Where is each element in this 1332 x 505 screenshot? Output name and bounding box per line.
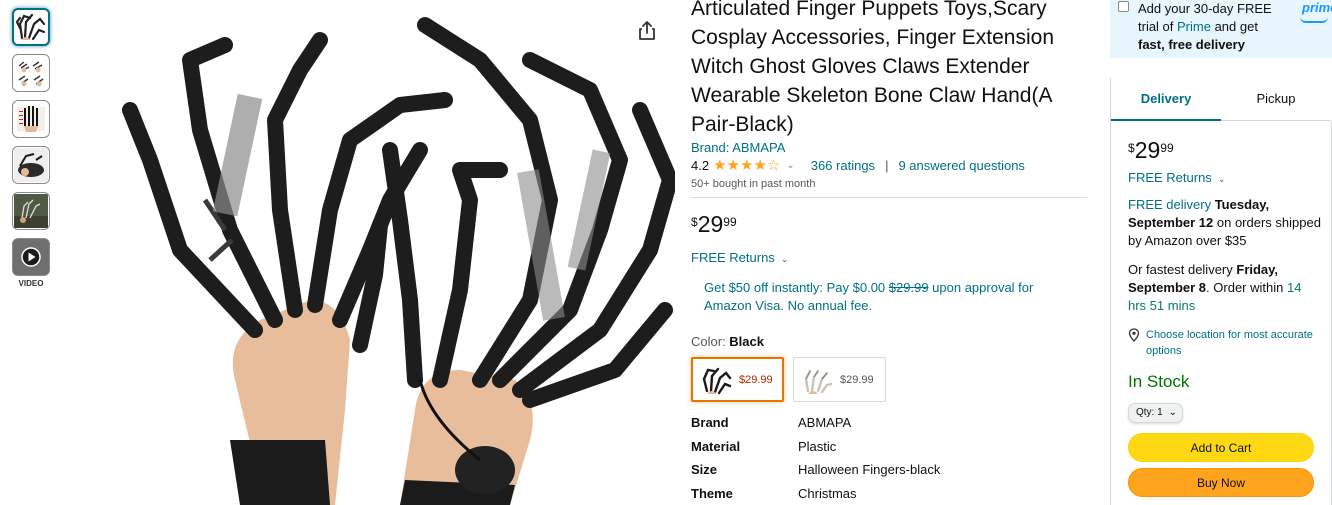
choose-location-label: Choose location for most accurate option… [1146,329,1313,357]
promo-struck-price: $29.99 [888,280,929,295]
spec-key: Brand [691,415,729,431]
thumbnail-5[interactable] [12,192,50,230]
free-returns-label: FREE Returns [691,250,775,265]
brand-link[interactable]: Brand: ABMAPA [691,140,785,155]
color-swatch-black[interactable]: $29.99 [691,357,784,402]
star-icon: ★ [753,157,767,174]
spec-key: Theme [691,485,733,501]
buybox-free-returns-link[interactable]: FREE Returns ⌄ [1128,170,1225,185]
delivery-tabs: Delivery Pickup [1110,78,1332,121]
price-symbol: $ [691,215,698,229]
chevron-down-icon: ⌄ [780,254,789,264]
chevron-down-icon: ⌄ [1217,174,1226,184]
product-page: VIDEO Articulated Finger Puppets Toys,Sc… [0,0,1332,505]
spec-key: Size [691,462,718,478]
prime-logo: prime [1302,0,1332,15]
price-fraction: 99 [1160,141,1174,155]
free-returns-label: FREE Returns [1128,170,1212,185]
stock-status: In Stock [1128,372,1190,391]
swatch-black-image [702,367,732,394]
star-outline-icon: ☆ [766,157,781,174]
buy-box-body: $ 29 99 FREE Returns ⌄ FREE delivery Tues… [1110,121,1332,505]
spec-row: Size Halloween Fingers-black [691,458,940,482]
color-label: Color: Black [691,334,764,349]
thumbnail-2[interactable] [12,54,50,92]
bought-past-month: 50+ bought in past month [691,178,816,190]
color-swatch-white[interactable]: $29.99 [793,357,886,402]
free-delivery-link[interactable]: FREE delivery [1128,197,1211,212]
prime-link[interactable]: Prime [1177,19,1211,34]
prime-trial-banner: Add your 30-day FREE trial of Prime and … [1110,0,1332,58]
video-label: VIDEO [18,279,44,288]
play-icon [21,247,41,267]
spec-table: Brand ABMAPA Material Plastic Size Hallowee… [691,411,940,505]
choose-location-link[interactable]: Choose location for most accurate option… [1128,327,1323,359]
thumbnail-1[interactable] [12,8,50,46]
ratings-count-link[interactable]: 366 ratings [811,158,875,173]
thumbnail-strip: VIDEO [12,8,54,288]
spec-key: Material [691,438,741,454]
main-product-image[interactable] [60,0,675,505]
thumbnail-3[interactable] [12,100,50,138]
price-whole: 29 [1134,137,1161,163]
fastest-mid: . Order within [1206,280,1287,295]
spec-value: Christmas [798,485,857,501]
buy-now-button[interactable]: Buy Now [1128,468,1314,497]
prime-smile-icon [1300,17,1328,23]
thumbnail-4[interactable] [12,146,50,184]
answered-questions-link[interactable]: 9 answered questions [898,158,1024,173]
buybox-price: $ 29 99 [1128,138,1174,162]
tab-delivery[interactable]: Delivery [1111,78,1221,121]
buy-box: Add your 30-day FREE trial of Prime and … [1110,0,1332,505]
chevron-down-icon[interactable]: ⌄ [786,160,794,171]
spec-value: Plastic [798,438,837,454]
prime-text-bold: fast, free delivery [1138,37,1245,52]
fastest-prefix: Or fastest delivery [1128,262,1237,277]
spec-row: Theme Christmas [691,482,940,505]
share-icon[interactable] [636,20,658,42]
price-symbol: $ [1128,141,1135,155]
rating-row: 4.2 ★★★★☆ ⌄ 366 ratings | 9 answered que… [691,158,1025,173]
location-pin-icon [1128,328,1140,342]
delivery-message: FREE delivery Tuesday, September 12 on o… [1128,196,1323,250]
video-thumbnail[interactable] [12,238,50,276]
divider [691,197,1087,198]
swatch-price: $29.99 [739,373,773,386]
spec-value: ABMAPA [798,415,852,431]
star-icon: ★ [713,157,727,174]
color-label-prefix: Color: [691,334,730,349]
tab-pickup[interactable]: Pickup [1221,78,1331,121]
prime-text-mid: and get [1210,19,1258,34]
spec-row: Material Plastic [691,435,940,459]
quantity-select[interactable]: Qty: 1 ⌄ [1128,403,1183,423]
product-price: $ 29 99 [691,212,737,236]
swatch-price: $29.99 [840,373,874,386]
quantity-value: Qty: 1 [1136,407,1163,418]
star-icon: ★ [726,157,740,174]
prime-trial-checkbox[interactable] [1118,1,1129,12]
add-to-cart-button[interactable]: Add to Cart [1128,433,1314,462]
fastest-delivery-message: Or fastest delivery Friday, September 8.… [1128,261,1323,315]
prime-trial-text: Add your 30-day FREE trial of Prime and … [1138,0,1278,54]
color-value: Black [729,334,764,349]
visa-promo[interactable]: Get $50 off instantly: Pay $0.00 $29.99 … [704,279,1044,315]
price-whole: 29 [697,211,724,237]
price-fraction: 99 [723,215,737,229]
star-icon: ★ [739,157,754,174]
product-title: Articulated Finger Puppets Toys,Scary Co… [691,0,1054,136]
rating-value: 4.2 [691,158,710,173]
promo-prefix: Get $50 off instantly: Pay $0.00 [704,280,889,295]
spec-row: Brand ABMAPA [691,411,940,435]
chevron-down-icon: ⌄ [1168,407,1177,418]
rating-separator: | [885,158,889,173]
free-returns-link[interactable]: FREE Returns ⌄ [691,250,788,265]
spec-value: Halloween Fingers-black [798,462,941,478]
swatch-white-image [804,369,833,394]
star-rating[interactable]: ★★★★☆ [713,158,780,173]
